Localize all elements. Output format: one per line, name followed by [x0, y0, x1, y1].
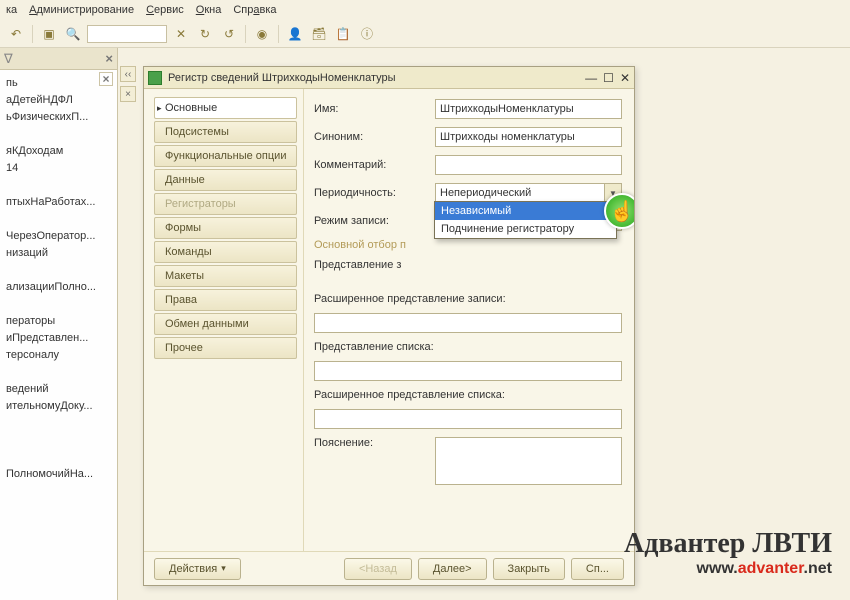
explanation-label: Пояснение: [314, 437, 429, 449]
record-repr-label: Представление з [314, 259, 401, 271]
synonym-field[interactable]: Штрихкоды номенклатуры [435, 127, 622, 147]
tab-данные[interactable]: Данные [154, 169, 297, 191]
tab-формы[interactable]: Формы [154, 217, 297, 239]
menubar: ка Администрирование Сервис Окна Справка [0, 0, 850, 20]
menu-item[interactable]: Сервис [146, 4, 184, 16]
panel-close-icon[interactable]: × [120, 86, 136, 102]
tree-item[interactable] [2, 210, 117, 227]
tree-item[interactable]: птыхНаРаботах... [2, 193, 117, 210]
navigation-tree[interactable]: пьаДетейНДФЛьФизическихП... яКДоходам14 пт… [0, 70, 117, 580]
window-footer: Действия <Назад Далее> Закрыть Сп... [144, 551, 634, 585]
watermark: Адвантер ЛВТИ www.advanter.net [624, 528, 832, 578]
left-panel: ∇ × × пьаДетейНДФЛьФизическихП...яКДоход… [0, 48, 118, 600]
tree-item[interactable]: яКДоходам [2, 142, 117, 159]
search-panel-icon[interactable]: ▣ [39, 24, 59, 44]
comment-label: Комментарий: [314, 159, 429, 171]
undo-icon[interactable]: ↶ [6, 24, 26, 44]
tree-item[interactable]: низаций [2, 244, 117, 261]
tree-item[interactable]: ЧерезОператор... [2, 227, 117, 244]
ext-record-repr-field[interactable] [314, 313, 622, 333]
tree-item[interactable] [2, 448, 117, 465]
menu-item[interactable]: Окна [196, 4, 222, 16]
ext-list-repr-label: Расширенное представление списка: [314, 389, 505, 401]
close-button[interactable]: Закрыть [493, 558, 565, 580]
docs-icon[interactable]: 📋 [333, 24, 353, 44]
filter-label: Основной отбор п [314, 239, 429, 251]
tree-item[interactable]: ьФизическихП... [2, 108, 117, 125]
minimize-icon[interactable]: — [585, 71, 597, 85]
tree-item[interactable]: пь [2, 74, 117, 91]
tree-item[interactable]: иПредставлен... [2, 329, 117, 346]
close-icon[interactable]: × [105, 51, 113, 66]
comment-field[interactable] [435, 155, 622, 175]
clear-icon[interactable]: ✕ [171, 24, 191, 44]
periodicity-label: Периодичность: [314, 187, 429, 199]
tree-item[interactable]: терсоналу [2, 346, 117, 363]
list-repr-label: Представление списка: [314, 341, 434, 353]
tree-item[interactable] [2, 295, 117, 312]
writemode-dropdown[interactable]: Независимый Подчинение регистратору [434, 201, 617, 239]
close-window-icon[interactable]: ✕ [620, 71, 630, 85]
cursor-indicator-icon [604, 193, 634, 229]
synonym-label: Синоним: [314, 131, 429, 143]
name-label: Имя: [314, 103, 429, 115]
panel-pin-icon[interactable]: ‹‹ [120, 66, 136, 82]
actions-button[interactable]: Действия [154, 558, 241, 580]
tab-команды[interactable]: Команды [154, 241, 297, 263]
periodicity-select[interactable]: Непериодический ▼ [435, 183, 622, 203]
tree-item[interactable]: ПолномочийНа... [2, 465, 117, 482]
form-panel: Имя: ШтрихкодыНоменклатуры Синоним: Штри… [304, 89, 634, 551]
name-field[interactable]: ШтрихкодыНоменклатуры [435, 99, 622, 119]
tree-item[interactable] [2, 363, 117, 380]
tree-item[interactable]: ализацииПолно... [2, 278, 117, 295]
tree-item[interactable]: ительномуДоку... [2, 397, 117, 414]
user-icon[interactable]: 👤 [285, 24, 305, 44]
back-button[interactable]: <Назад [344, 558, 412, 580]
refresh-icon[interactable]: ↻ [195, 24, 215, 44]
register-icon [148, 71, 162, 85]
maximize-icon[interactable]: ☐ [603, 71, 614, 85]
search-icon[interactable]: 🔍 [63, 24, 83, 44]
info-icon[interactable]: ⓘ [357, 24, 377, 44]
tree-item[interactable] [2, 125, 117, 142]
tab-регистраторы[interactable]: Регистраторы [154, 193, 297, 215]
register-editor-window: Регистр сведений ШтрихкодыНоменклатуры —… [143, 66, 635, 586]
tab-права[interactable]: Права [154, 289, 297, 311]
ext-list-repr-field[interactable] [314, 409, 622, 429]
tabs-column: ОсновныеПодсистемыФункциональные опцииДа… [144, 89, 304, 551]
next-button[interactable]: Далее> [418, 558, 487, 580]
tab-подсистемы[interactable]: Подсистемы [154, 121, 297, 143]
tab-прочее[interactable]: Прочее [154, 337, 297, 359]
window-titlebar[interactable]: Регистр сведений ШтрихкодыНоменклатуры —… [144, 67, 634, 89]
tree-item[interactable] [2, 414, 117, 431]
tree-item[interactable]: 14 [2, 159, 117, 176]
tree-item[interactable]: аДетейНДФЛ [2, 91, 117, 108]
tab-функциональные-опции[interactable]: Функциональные опции [154, 145, 297, 167]
tab-основные[interactable]: Основные [154, 97, 297, 119]
menu-item[interactable]: Администрирование [29, 4, 134, 16]
explanation-field[interactable] [435, 437, 622, 485]
menu-item[interactable]: ка [6, 4, 17, 16]
tree-item[interactable] [2, 261, 117, 278]
writemode-label: Режим записи: [314, 215, 429, 227]
tree-item[interactable]: ператоры [2, 312, 117, 329]
dropdown-option[interactable]: Подчинение регистратору [435, 220, 616, 238]
db-icon[interactable]: 🗃 [309, 24, 329, 44]
list-repr-field[interactable] [314, 361, 622, 381]
tab-макеты[interactable]: Макеты [154, 265, 297, 287]
menu-item[interactable]: Справка [233, 4, 276, 16]
help-button[interactable]: Сп... [571, 558, 624, 580]
ext-record-repr-label: Расширенное представление записи: [314, 293, 506, 305]
search-input[interactable] [87, 25, 167, 43]
tree-item[interactable] [2, 176, 117, 193]
tree-item[interactable] [2, 431, 117, 448]
tree-item[interactable]: ведений [2, 380, 117, 397]
toolbar: ↶ ▣ 🔍 ✕ ↻ ↺ ◉ 👤 🗃 📋 ⓘ [0, 20, 850, 48]
nav-icon[interactable]: ↺ [219, 24, 239, 44]
filter-icon[interactable]: ∇ [4, 51, 13, 67]
dropdown-option[interactable]: Независимый [435, 202, 616, 220]
record-icon[interactable]: ◉ [252, 24, 272, 44]
tab-обмен-данными[interactable]: Обмен данными [154, 313, 297, 335]
window-title: Регистр сведений ШтрихкодыНоменклатуры [168, 72, 396, 84]
